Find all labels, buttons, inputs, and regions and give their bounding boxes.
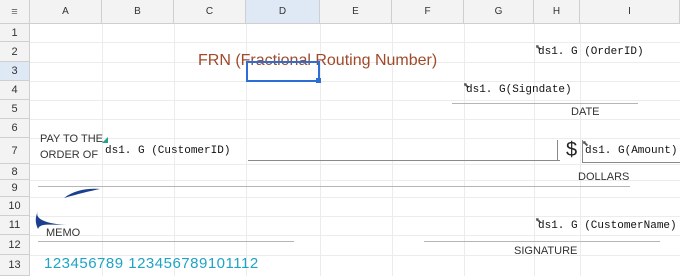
spreadsheet-sheet: ≡ A B C D E F G H I 1 2 3 4 5 6 7 8 9 10… [0,0,680,276]
payee-line [248,160,560,161]
amount-box-left [582,140,583,162]
select-all-corner[interactable]: ≡ [0,0,30,24]
cell-comment-icon [102,137,108,143]
row-header-7[interactable]: 7 [0,138,30,164]
row-header-11[interactable]: 11 [0,216,30,235]
customer-id-field[interactable]: ds1. G (CustomerID) [105,145,230,157]
grid-line [30,100,680,101]
row-header-4[interactable]: 4 [0,81,30,100]
amount-field[interactable]: ds1. G(Amount) [585,145,677,157]
row-header-13[interactable]: 13 [0,255,30,276]
order-id-field[interactable]: ds1. G (OrderID) [538,46,644,58]
row-header-3[interactable]: 3 [0,62,30,81]
grid-line [30,216,680,217]
column-header-d[interactable]: D [246,0,320,24]
grid-line [30,42,680,43]
column-header-e[interactable]: E [320,0,392,24]
column-header-g[interactable]: G [464,0,534,24]
pay-to-label: PAY TO THE [40,133,103,145]
row-header-9[interactable]: 9 [0,180,30,197]
date-label: DATE [571,106,600,118]
order-of-label: ORDER OF [40,149,99,161]
dollar-sign: $ [566,139,578,161]
signdate-field[interactable]: ds1. G(Signdate) [466,84,572,96]
amount-box-bottom [582,162,680,163]
fill-handle[interactable] [316,78,321,83]
grid-line [30,81,680,82]
column-header-i[interactable]: I [580,0,680,24]
row-header-5[interactable]: 5 [0,100,30,119]
selected-cell-d3[interactable] [246,61,320,82]
micr-line: 123456789 123456789101112 [44,255,259,272]
column-header-b[interactable]: B [102,0,174,24]
bank-logo-swoosh-icon [64,188,100,198]
column-header-c[interactable]: C [174,0,246,24]
signature-label: SIGNATURE [514,245,578,257]
column-header-h[interactable]: H [534,0,580,24]
row-header-12[interactable]: 12 [0,235,30,255]
memo-line [38,241,294,242]
memo-label: MEMO [46,227,81,239]
grid-line [30,197,680,198]
payee-line-end [557,140,558,161]
row-header-10[interactable]: 10 [0,197,30,216]
date-line [452,103,638,104]
customer-name-field[interactable]: ds1. G (CustomerName) [538,220,677,232]
row-header-8[interactable]: 8 [0,164,30,180]
grid-line [30,119,680,120]
grid-line [30,235,680,236]
column-header-f[interactable]: F [392,0,464,24]
row-header-6[interactable]: 6 [0,119,30,138]
amount-words-line [38,186,630,187]
grid-line [30,164,680,165]
row-header-2[interactable]: 2 [0,42,30,62]
signature-line [424,241,660,242]
dollars-label: DOLLARS [578,171,630,183]
column-header-a[interactable]: A [30,0,102,24]
row-header-1[interactable]: 1 [0,24,30,42]
